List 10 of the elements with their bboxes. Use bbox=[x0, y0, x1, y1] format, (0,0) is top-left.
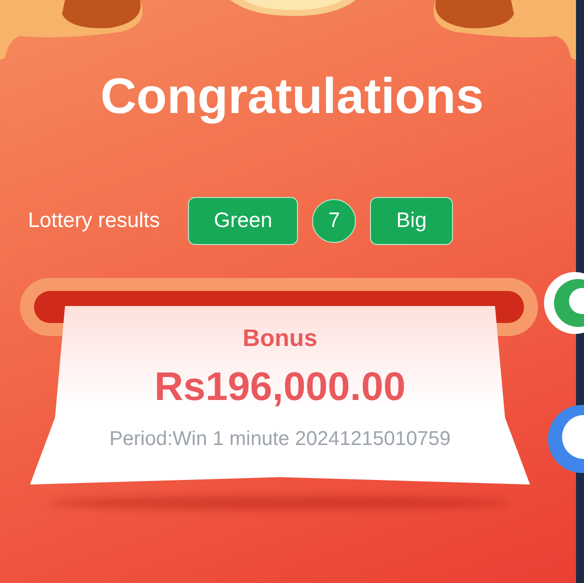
period-text: Period:Win 1 minute 20241215010759 bbox=[109, 428, 451, 451]
lottery-results-label: Lottery results bbox=[28, 209, 160, 233]
bonus-label: Bonus bbox=[242, 325, 318, 353]
congratulations-title: Congratulations bbox=[100, 67, 484, 126]
chat-bubble-icon[interactable] bbox=[542, 272, 584, 334]
result-tag: Green bbox=[188, 197, 298, 245]
chat-bubble-icon[interactable] bbox=[548, 405, 584, 473]
bonus-amount: Rs196,000.00 bbox=[154, 365, 406, 410]
result-number: 7 bbox=[312, 199, 356, 243]
result-tag: Big bbox=[370, 197, 453, 245]
